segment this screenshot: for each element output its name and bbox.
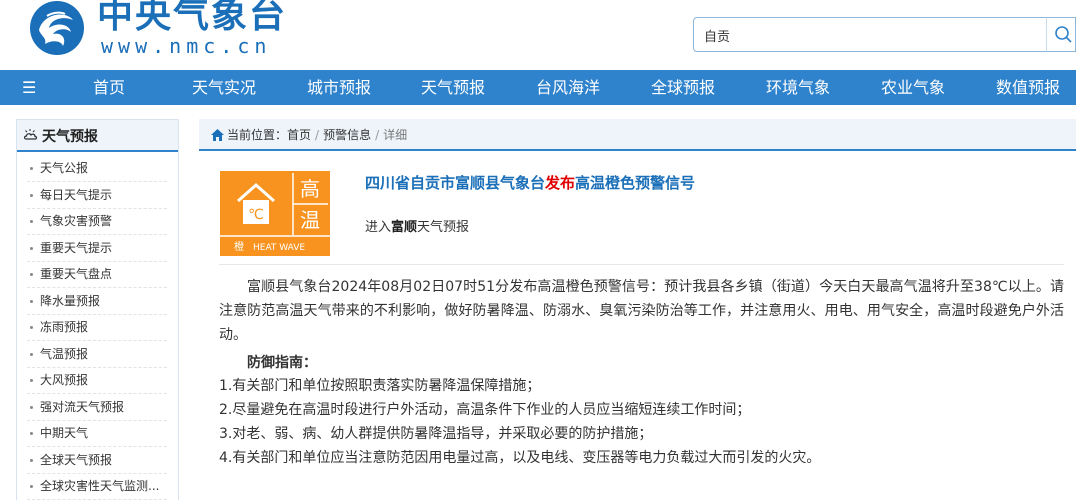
sidebar: 天气预报 天气公报 每日天气提示 气象灾害预警 重要天气提示 重要天气盘点 降水… bbox=[16, 119, 179, 500]
nav-item-agriculture[interactable]: 农业气象 bbox=[873, 70, 953, 105]
sidebar-item-label: 中期天气 bbox=[40, 426, 89, 440]
bullet-dot bbox=[30, 167, 33, 170]
enter-prefix: 进入 bbox=[365, 220, 392, 235]
sidebar-item-daily-tips[interactable]: 每日天气提示 bbox=[27, 182, 167, 209]
nav-item-global[interactable]: 全球预报 bbox=[643, 70, 723, 105]
celsius-text: ℃ bbox=[248, 207, 264, 223]
sidebar-item-label: 全球天气预报 bbox=[40, 453, 113, 467]
bullet-dot bbox=[30, 300, 33, 303]
nav-item-numerical[interactable]: 数值预报 bbox=[988, 70, 1068, 105]
sidebar-item-freezing-rain[interactable]: 冻雨预报 bbox=[27, 314, 167, 341]
main-nav: ☰ 首页 天气实况 城市预报 天气预报 台风海洋 全球预报 环境气象 农业气象 … bbox=[0, 70, 1076, 105]
sidebar-item-label: 冻雨预报 bbox=[40, 320, 89, 334]
bullet-dot bbox=[30, 406, 33, 409]
nmc-logo-icon bbox=[30, 1, 84, 55]
search-button[interactable] bbox=[1046, 17, 1076, 52]
guide-item: 4.有关部门和单位应当注意防范因用电量过高，以及电线、变压器等电力负载过大而引发… bbox=[219, 450, 821, 466]
sidebar-item-bulletin[interactable]: 天气公报 bbox=[27, 155, 167, 182]
sidebar-item-weather-review[interactable]: 重要天气盘点 bbox=[27, 261, 167, 288]
nav-item-home[interactable]: 首页 bbox=[72, 70, 146, 105]
icon-char-gao: 高 bbox=[300, 177, 320, 201]
sidebar-item-label: 大风预报 bbox=[40, 373, 89, 387]
bullet-dot bbox=[30, 326, 33, 329]
bullet-dot bbox=[30, 485, 33, 488]
sidebar-item-medium-range[interactable]: 中期天气 bbox=[27, 420, 167, 447]
logo-text-cn: 中央气象台 bbox=[97, 0, 288, 36]
guide-item: 1.有关部门和单位按照职责落实防暑降温保障措施； bbox=[219, 378, 541, 394]
bullet-dot bbox=[30, 220, 33, 223]
warning-body: 富顺县气象台2024年08月02日07时51分发布高温橙色预警信号：预计我县各乡… bbox=[219, 279, 1064, 343]
sidebar-item-label: 重要天气盘点 bbox=[40, 267, 113, 281]
bullet-dot bbox=[30, 379, 33, 382]
sidebar-item-label: 降水量预报 bbox=[40, 294, 101, 308]
sidebar-item-important-tips[interactable]: 重要天气提示 bbox=[27, 235, 167, 262]
nav-item-observation[interactable]: 天气实况 bbox=[184, 70, 264, 105]
nav-item-city-forecast[interactable]: 城市预报 bbox=[299, 70, 379, 105]
sidebar-item-label: 全球灾害性天气监测... bbox=[40, 479, 160, 493]
enter-suffix: 天气预报 bbox=[417, 220, 470, 235]
sidebar-item-global-forecast[interactable]: 全球天气预报 bbox=[27, 447, 167, 474]
logo-text-en: www.nmc.cn bbox=[101, 34, 272, 58]
search-input[interactable] bbox=[704, 25, 1034, 45]
sidebar-item-label: 气象灾害预警 bbox=[40, 214, 113, 228]
guide-title: 防御指南： bbox=[247, 355, 317, 371]
bullet-dot bbox=[30, 353, 33, 356]
sidebar-item-convection[interactable]: 强对流天气预报 bbox=[27, 394, 167, 421]
cloud-sun-icon bbox=[23, 129, 38, 140]
sidebar-item-wind[interactable]: 大风预报 bbox=[27, 367, 167, 394]
site-logo[interactable]: 中央气象台 www.nmc.cn bbox=[27, 0, 297, 62]
guide-item: 2.尽量避免在高温时段进行户外活动，高温条件下作业的人员应当缩短连续工作时间； bbox=[219, 402, 751, 418]
sidebar-item-label: 强对流天气预报 bbox=[40, 400, 125, 414]
enter-place: 富顺 bbox=[391, 220, 418, 235]
breadcrumb-home-link[interactable]: 首页 bbox=[287, 128, 311, 142]
enter-forecast-link[interactable]: 进入富顺天气预报 bbox=[365, 216, 469, 235]
sidebar-item-disaster-warning[interactable]: 气象灾害预警 bbox=[27, 208, 167, 235]
icon-level-char: 橙 bbox=[234, 240, 244, 253]
sidebar-item-precipitation[interactable]: 降水量预报 bbox=[27, 288, 167, 315]
content-divider bbox=[219, 264, 1064, 265]
warning-title-source: 四川省自贡市富顺县气象台 bbox=[365, 174, 546, 192]
search-box bbox=[693, 17, 1053, 52]
icon-heat-wave-label: HEAT WAVE bbox=[253, 243, 305, 253]
sidebar-item-label: 重要天气提示 bbox=[40, 241, 113, 255]
breadcrumb-warning-link[interactable]: 预警信息 bbox=[323, 128, 371, 142]
nav-item-weather-forecast[interactable]: 天气预报 bbox=[413, 70, 493, 105]
icon-char-wen: 温 bbox=[300, 208, 320, 232]
menu-icon[interactable]: ☰ bbox=[22, 78, 42, 98]
sidebar-item-global-disaster[interactable]: 全球灾害性天气监测... bbox=[27, 473, 167, 500]
nav-item-environment[interactable]: 环境气象 bbox=[758, 70, 838, 105]
sidebar-title: 天气预报 bbox=[42, 129, 98, 145]
bullet-dot bbox=[30, 247, 33, 250]
breadcrumb-separator: / bbox=[375, 128, 380, 142]
guide-item: 3.对老、弱、病、幼人群提供防暑降温指导，并采取必要的防护措施； bbox=[219, 426, 653, 442]
sidebar-title-bar: 天气预报 bbox=[17, 120, 178, 152]
breadcrumb-prefix: 当前位置： bbox=[227, 128, 288, 142]
bullet-dot bbox=[30, 194, 33, 197]
bullet-dot bbox=[30, 459, 33, 462]
breadcrumb-separator: / bbox=[315, 128, 320, 142]
heat-wave-orange-warning-icon: ℃ 高 温 橙 HEAT WAVE bbox=[220, 171, 330, 256]
breadcrumb: 当前位置：首页 / 预警信息 / 详细 bbox=[199, 119, 1076, 151]
warning-title: 四川省自贡市富顺县气象台发布高温橙色预警信号 bbox=[365, 172, 695, 193]
breadcrumb-current: 详细 bbox=[383, 128, 408, 142]
site-header: 中央气象台 www.nmc.cn bbox=[0, 0, 1076, 70]
sidebar-item-label: 每日天气提示 bbox=[40, 188, 113, 202]
sidebar-item-label: 气温预报 bbox=[40, 347, 89, 361]
sidebar-item-temperature[interactable]: 气温预报 bbox=[27, 341, 167, 368]
warning-title-signal: 高温橙色预警信号 bbox=[575, 174, 696, 192]
search-icon bbox=[1055, 26, 1072, 43]
bullet-dot bbox=[30, 432, 33, 435]
warning-title-action: 发布 bbox=[545, 174, 576, 192]
bullet-dot bbox=[30, 273, 33, 276]
sidebar-item-label: 天气公报 bbox=[40, 161, 89, 175]
home-icon bbox=[211, 129, 224, 141]
nav-item-typhoon[interactable]: 台风海洋 bbox=[528, 70, 608, 105]
